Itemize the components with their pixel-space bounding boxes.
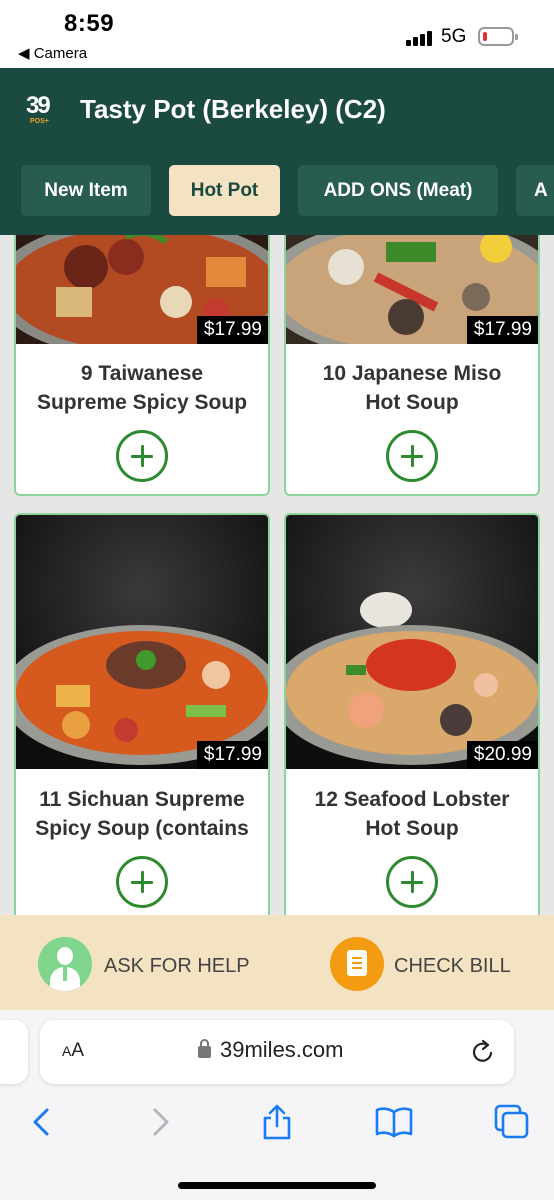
menu-card[interactable]: $17.99 10 Japanese Miso Hot Soup (284, 235, 540, 496)
back-to-camera-link[interactable]: ◀ Camera (18, 44, 87, 62)
dish-image: $20.99 (286, 515, 538, 769)
add-to-cart-button[interactable] (116, 856, 168, 908)
waiter-icon[interactable] (38, 937, 92, 991)
tab-next-partial[interactable]: A (516, 165, 554, 216)
dish-name-line: Spicy Soup (contains (35, 817, 249, 840)
address-bar[interactable]: AA 39miles.com (40, 1020, 514, 1084)
restaurant-header: 39 POS+ Tasty Pot (Berkeley) (C2) New It… (0, 68, 554, 235)
receipt-icon[interactable] (330, 937, 384, 991)
dish-name-line: Hot Soup (365, 391, 459, 414)
price-tag: $17.99 (196, 741, 268, 769)
menu-card[interactable]: $17.99 11 Sichuan Supreme Spicy Soup (co… (14, 513, 270, 915)
dish-image: $17.99 (16, 515, 268, 769)
dish-name-line: 11 Sichuan Supreme (39, 788, 245, 811)
reader-settings-button[interactable]: AA (62, 1040, 84, 1062)
logo: 39 POS+ (26, 92, 66, 128)
add-to-cart-button[interactable] (386, 430, 438, 482)
price-tag: $17.99 (196, 316, 268, 344)
status-bar: 8:59 ◀ Camera 5G (0, 0, 554, 68)
signal-icon (406, 30, 434, 46)
logo-sub: POS+ (30, 118, 49, 125)
aa-small: A (62, 1043, 72, 1059)
dish-name: 11 Sichuan Supreme Spicy Soup (contains (22, 785, 262, 843)
tab-hot-pot[interactable]: Hot Pot (169, 165, 280, 216)
aa-big: A (71, 1040, 85, 1061)
battery-icon (478, 27, 518, 46)
dish-name-line: 9 Taiwanese (80, 362, 204, 385)
add-to-cart-button[interactable] (116, 430, 168, 482)
dish-name-line: Supreme Spicy Soup (36, 391, 248, 414)
previous-tab-edge[interactable] (0, 1020, 28, 1084)
share-icon[interactable] (257, 1102, 297, 1142)
ask-for-help-button[interactable]: ASK FOR HELP (104, 955, 250, 978)
tabs-icon[interactable] (492, 1102, 532, 1142)
dish-name: 12 Seafood Lobster Hot Soup (292, 785, 532, 843)
dish-image: $17.99 (286, 235, 538, 344)
dish-name: 9 Taiwanese Supreme Spicy Soup (22, 359, 262, 417)
back-arrow-icon[interactable] (22, 1102, 62, 1142)
home-indicator[interactable] (178, 1182, 376, 1189)
bookmarks-icon[interactable] (374, 1102, 414, 1142)
dish-name-line: Hot Soup (365, 817, 459, 840)
reload-icon[interactable] (470, 1038, 496, 1066)
add-to-cart-button[interactable] (386, 856, 438, 908)
action-bar: ASK FOR HELP CHECK BILL (0, 915, 554, 1010)
menu-card[interactable]: $20.99 12 Seafood Lobster Hot Soup (284, 513, 540, 915)
check-bill-button[interactable]: CHECK BILL (394, 955, 511, 978)
dish-name-line: 10 Japanese Miso (322, 362, 502, 385)
menu-grid: $17.99 9 Taiwanese Supreme Spicy Soup $1… (0, 235, 554, 915)
tab-new-item[interactable]: New Item (21, 165, 151, 216)
forward-arrow-icon[interactable] (140, 1102, 180, 1142)
category-tabs: New Item Hot Pot ADD ONS (Meat) A (0, 165, 554, 217)
browser-toolbar: AA 39miles.com (0, 1010, 554, 1200)
price-tag: $20.99 (466, 741, 538, 769)
dish-name-line: 12 Seafood Lobster (314, 788, 510, 811)
lock-icon (198, 1039, 211, 1058)
status-time: 8:59 (64, 10, 115, 37)
price-tag: $17.99 (466, 316, 538, 344)
logo-text: 39 (26, 92, 51, 119)
url-text[interactable]: 39miles.com (220, 1037, 343, 1063)
page-title: Tasty Pot (Berkeley) (C2) (80, 94, 386, 124)
dish-name: 10 Japanese Miso Hot Soup (292, 359, 532, 417)
dish-image: $17.99 (16, 235, 268, 344)
menu-card[interactable]: $17.99 9 Taiwanese Supreme Spicy Soup (14, 235, 270, 496)
network-type: 5G (441, 26, 467, 47)
tab-add-ons-meat[interactable]: ADD ONS (Meat) (298, 165, 498, 216)
